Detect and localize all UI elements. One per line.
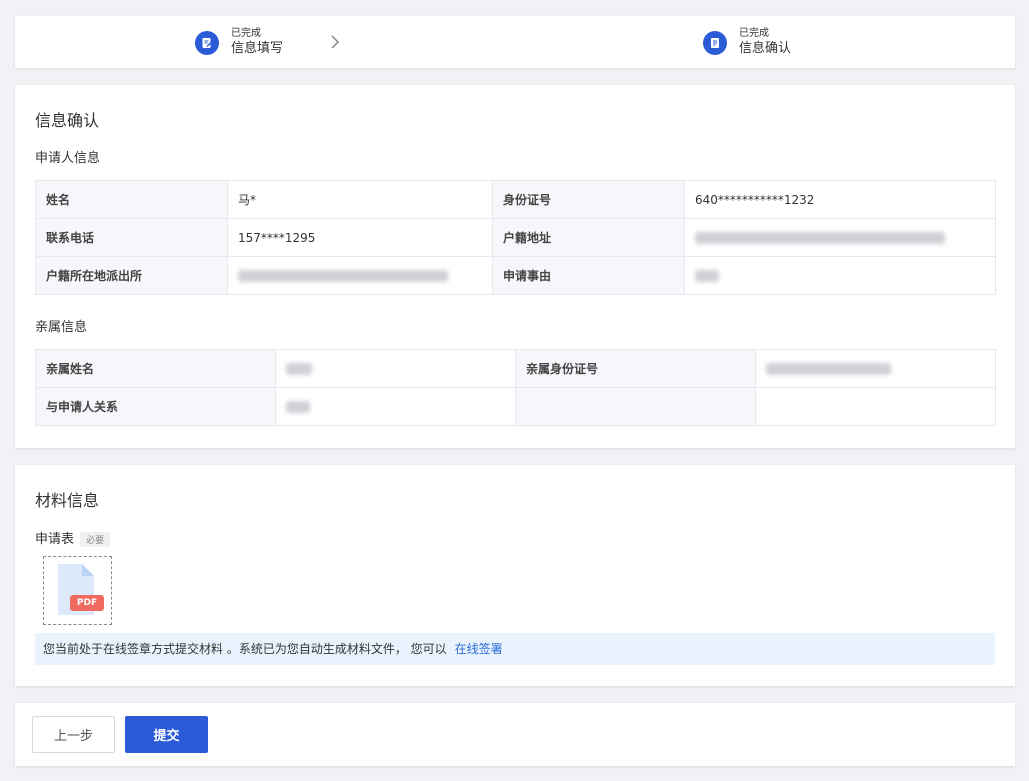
applicant-table: 姓名 马* 身份证号 640***********1232 联系电话 157**… <box>35 180 996 295</box>
field-value-redacted <box>275 387 516 426</box>
required-tag: 必要 <box>80 532 111 547</box>
field-value-redacted <box>227 256 493 295</box>
section-title: 信息确认 <box>35 111 100 130</box>
field-value: 马* <box>227 180 493 219</box>
online-sign-link[interactable]: 在线签署 <box>455 642 503 656</box>
steps-bar: 已完成 信息填写 已完成 信息确认 <box>15 16 1015 68</box>
table-row: 联系电话 157****1295 户籍地址 <box>35 218 996 257</box>
field-value: 157****1295 <box>227 218 493 257</box>
pdf-file-thumbnail[interactable]: PDF <box>43 556 112 625</box>
submit-button[interactable]: 提交 <box>125 716 208 753</box>
step-confirm-info: 已完成 信息确认 <box>703 27 791 58</box>
field-label: 户籍所在地派出所 <box>35 256 228 295</box>
prev-step-button[interactable]: 上一步 <box>32 716 115 753</box>
field-label: 亲属姓名 <box>35 349 276 388</box>
table-row: 与申请人关系 <box>35 387 996 426</box>
chevron-right-icon <box>331 35 340 49</box>
document-check-icon <box>703 30 727 55</box>
field-label: 联系电话 <box>35 218 228 257</box>
step-label: 信息确认 <box>739 41 792 56</box>
empty-cell <box>755 387 996 426</box>
field-value-redacted <box>684 256 996 295</box>
field-value-redacted <box>755 349 996 388</box>
signature-notice: 您当前处于在线签章方式提交材料 。系统已为您自动生成材料文件， 您可以 在线签署 <box>35 633 995 665</box>
pdf-badge: PDF <box>76 598 98 608</box>
field-value: 640***********1232 <box>684 180 996 219</box>
relative-heading: 亲属信息 <box>35 320 88 335</box>
step-status: 已完成 <box>739 28 769 39</box>
field-label: 亲属身份证号 <box>515 349 756 388</box>
applicant-heading: 申请人信息 <box>35 151 101 166</box>
field-label: 身份证号 <box>492 180 685 219</box>
section-title: 材料信息 <box>35 491 100 510</box>
form-label-row: 申请表 必要 <box>35 528 111 547</box>
table-row: 户籍所在地派出所 申请事由 <box>35 256 996 295</box>
form-label: 申请表 <box>35 532 75 547</box>
table-row: 亲属姓名 亲属身份证号 <box>35 349 996 388</box>
table-row: 姓名 马* 身份证号 640***********1232 <box>35 180 996 219</box>
field-label: 申请事由 <box>492 256 685 295</box>
info-confirm-card: 信息确认 申请人信息 姓名 马* 身份证号 640***********1232… <box>15 85 1015 448</box>
empty-cell <box>515 387 756 426</box>
actions-bar: 上一步 提交 <box>15 703 1015 766</box>
step-fill-info: 已完成 信息填写 <box>195 27 283 58</box>
relative-table: 亲属姓名 亲属身份证号 与申请人关系 <box>35 349 996 426</box>
field-label: 姓名 <box>35 180 228 219</box>
field-label: 户籍地址 <box>492 218 685 257</box>
materials-card: 材料信息 申请表 必要 PDF 您当前处于在线签章方式提交材料 。系统已为您自动生… <box>15 465 1015 686</box>
field-value-redacted <box>275 349 516 388</box>
step-status: 已完成 <box>231 28 261 39</box>
field-label: 与申请人关系 <box>35 387 276 426</box>
field-value-redacted <box>684 218 996 257</box>
notice-text: 您当前处于在线签章方式提交材料 。系统已为您自动生成材料文件， 您可以 <box>43 642 447 656</box>
edit-document-icon <box>195 30 219 55</box>
pdf-file-icon <box>58 564 104 615</box>
step-label: 信息填写 <box>231 41 284 56</box>
